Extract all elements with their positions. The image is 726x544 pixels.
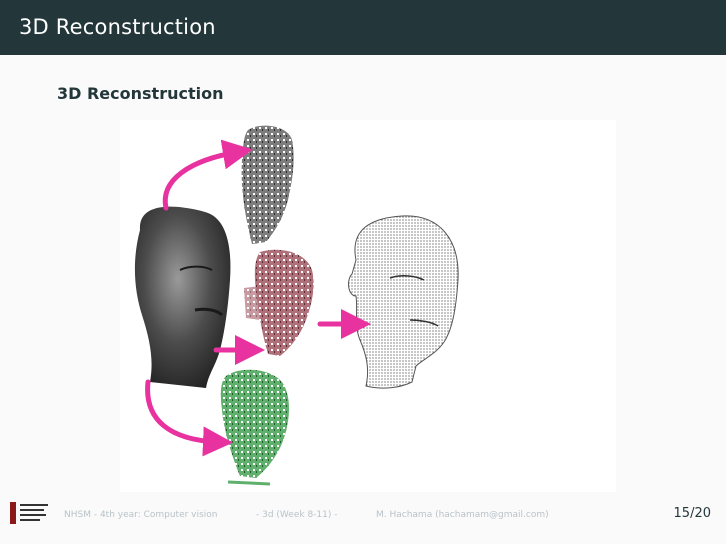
footer-session: - 3d (Week 8-11) - <box>256 510 338 520</box>
green-partial-scan-icon <box>220 369 289 486</box>
reconstruction-figure <box>120 120 616 492</box>
slide-title: 3D Reconstruction <box>19 15 216 39</box>
header-bar: 3D Reconstruction <box>0 0 726 55</box>
page-number: 15/20 <box>673 506 711 521</box>
school-logo <box>10 500 50 526</box>
red-partial-scan-icon <box>244 249 314 356</box>
point-cloud-head-icon <box>348 215 459 389</box>
grey-partial-scan-icon <box>241 125 294 244</box>
frame-title: 3D Reconstruction <box>57 84 224 103</box>
bronze-head-icon <box>134 206 231 388</box>
reconstruction-diagram <box>134 125 459 486</box>
footer-author: M. Hachama (hachamam@gmail.com) <box>376 510 549 520</box>
footer-course: NHSM - 4th year: Computer vision <box>64 510 218 520</box>
